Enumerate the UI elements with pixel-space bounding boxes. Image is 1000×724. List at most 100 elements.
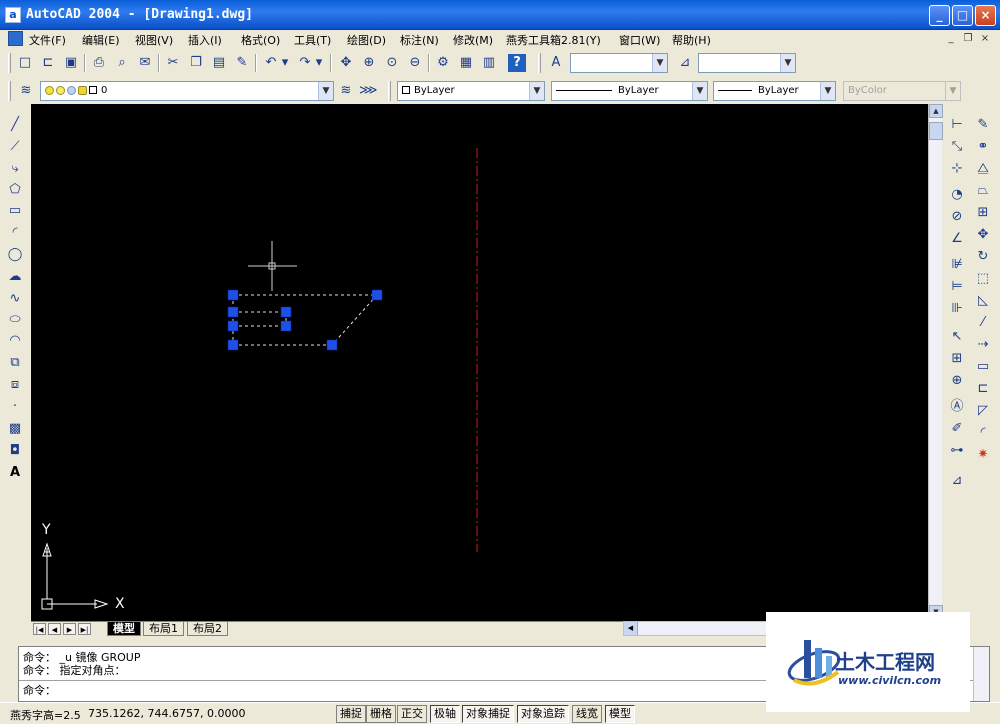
vertical-scrollbar[interactable]: ▲ ▼ <box>928 104 943 621</box>
stretch-icon[interactable]: ◺ <box>974 292 992 310</box>
insert-block-icon[interactable]: ⧉ <box>6 354 24 372</box>
radius-dimension-icon[interactable]: ◔ <box>948 186 966 204</box>
line-icon[interactable]: ╱ <box>6 116 24 134</box>
object-snap-toggle[interactable]: 对象捕捉 <box>462 705 514 723</box>
menu-dimension[interactable]: 标注(N) <box>400 32 439 48</box>
chevron-down-icon[interactable]: ▼ <box>529 82 544 100</box>
properties-icon[interactable]: ⚙ <box>434 54 452 72</box>
prev-tab-button[interactable]: ◀ <box>48 623 61 635</box>
shape-slanted-edge[interactable] <box>331 294 378 346</box>
toolbar-grip[interactable] <box>538 53 541 73</box>
chamfer-icon[interactable]: ◸ <box>974 402 992 420</box>
undo-icon[interactable]: ↶ <box>262 54 280 72</box>
match-properties-icon[interactable]: ✎ <box>233 54 251 72</box>
layer-on-icon[interactable] <box>45 85 54 95</box>
autocad-app-icon[interactable]: a <box>5 7 21 23</box>
paste-icon[interactable]: ▤ <box>210 54 228 72</box>
cut-icon[interactable]: ✂ <box>164 54 182 72</box>
menu-tools[interactable]: 工具(T) <box>294 32 331 48</box>
explode-icon[interactable]: ✷ <box>974 446 992 464</box>
design-center-icon[interactable]: ▦ <box>457 54 475 72</box>
quick-leader-icon[interactable]: ↖ <box>948 328 966 346</box>
chevron-down-icon[interactable]: ▼ <box>692 82 707 100</box>
menu-yanxiu-toolbox[interactable]: 燕秀工具箱2.81(Y) <box>506 32 601 48</box>
object-tracking-toggle[interactable]: 对象追踪 <box>517 705 569 723</box>
hatch-icon[interactable]: ▩ <box>6 420 24 438</box>
chevron-down-icon[interactable]: ▼ <box>652 54 667 72</box>
dimension-text-edit-icon[interactable]: ✐ <box>948 420 966 438</box>
grip-handle[interactable] <box>227 306 239 318</box>
fillet-icon[interactable]: ◜ <box>974 424 992 442</box>
pan-realtime-icon[interactable]: ✥ <box>337 54 355 72</box>
layer-previous-icon[interactable]: ⋙ <box>359 82 378 100</box>
new-file-icon[interactable]: □ <box>16 54 34 72</box>
array-icon[interactable]: ⊞ <box>974 204 992 222</box>
linear-dimension-icon[interactable]: ⊢ <box>948 116 966 134</box>
dimension-update-icon[interactable]: ⊶ <box>948 442 966 460</box>
tool-palettes-icon[interactable]: ▥ <box>480 54 498 72</box>
diameter-dimension-icon[interactable]: ⊘ <box>948 208 966 226</box>
maximize-button[interactable]: □ <box>952 5 973 26</box>
scroll-left-button[interactable]: ◀ <box>624 622 638 635</box>
construction-line-icon[interactable]: ⟋ <box>6 138 24 156</box>
spline-icon[interactable]: ∿ <box>6 290 24 308</box>
copy-object-icon[interactable]: ⚭ <box>974 138 992 156</box>
layer-combo[interactable]: 0 ▼ <box>40 81 334 101</box>
layer-viewport-freeze-icon[interactable] <box>67 85 76 95</box>
print-preview-icon[interactable]: ⌕ <box>113 54 131 72</box>
redo-icon[interactable]: ↷ <box>296 54 314 72</box>
title-bar[interactable]: a AutoCAD 2004 - [Drawing1.dwg] _ □ × <box>0 0 1000 30</box>
menu-view[interactable]: 视图(V) <box>135 32 173 48</box>
color-control-combo[interactable]: ByLayer ▼ <box>397 81 545 101</box>
open-file-icon[interactable]: ⊏ <box>39 54 57 72</box>
save-icon[interactable]: ▣ <box>62 54 80 72</box>
quick-dimension-icon[interactable]: ⊯ <box>948 256 966 274</box>
document-icon[interactable] <box>8 31 23 46</box>
last-tab-button[interactable]: ▶| <box>78 623 91 635</box>
menu-draw[interactable]: 绘图(D) <box>347 32 386 48</box>
toolbar-grip[interactable] <box>8 81 11 101</box>
menu-format[interactable]: 格式(O) <box>241 32 280 48</box>
make-object-layer-current-icon[interactable]: ≋ <box>337 82 355 100</box>
close-button[interactable]: × <box>975 5 996 26</box>
first-tab-button[interactable]: |◀ <box>33 623 46 635</box>
scale-icon[interactable]: ⬚ <box>974 270 992 288</box>
lineweight-control-combo[interactable]: ByLayer ▼ <box>713 81 836 101</box>
point-icon[interactable]: · <box>6 398 24 416</box>
dimension-style-icon[interactable]: ⊿ <box>676 54 694 72</box>
ellipse-arc-icon[interactable]: ◠ <box>6 332 24 350</box>
grip-handle[interactable] <box>326 339 338 351</box>
grid-toggle[interactable]: 栅格 <box>366 705 396 723</box>
chevron-down-icon[interactable]: ▼ <box>318 82 333 100</box>
minimize-button[interactable]: _ <box>929 5 950 26</box>
menu-window[interactable]: 窗口(W) <box>619 32 660 48</box>
rectangle-icon[interactable]: ▭ <box>6 202 24 220</box>
baseline-dimension-icon[interactable]: ⊨ <box>948 278 966 296</box>
grip-handle[interactable] <box>227 289 239 301</box>
print-icon[interactable]: ⎙ <box>90 54 108 72</box>
zoom-previous-icon[interactable]: ⊖ <box>406 54 424 72</box>
menu-file[interactable]: 文件(F) <box>29 32 66 48</box>
next-tab-button[interactable]: ▶ <box>63 623 76 635</box>
linetype-control-combo[interactable]: ByLayer ▼ <box>551 81 708 101</box>
center-mark-icon[interactable]: ⊕ <box>948 372 966 390</box>
grip-handle[interactable] <box>280 306 292 318</box>
zoom-realtime-icon[interactable]: ⊕ <box>360 54 378 72</box>
model-space-toggle[interactable]: 模型 <box>605 705 635 723</box>
horizontal-scrollbar[interactable]: ◀ <box>623 621 768 636</box>
layer-freeze-icon[interactable] <box>56 85 65 95</box>
dimension-style-combo[interactable]: ▼ <box>698 53 796 73</box>
break-at-point-icon[interactable]: ▭ <box>974 358 992 376</box>
command-scrollbar[interactable] <box>973 647 989 701</box>
grip-handle[interactable] <box>227 320 239 332</box>
make-block-icon[interactable]: ⧈ <box>6 376 24 394</box>
command-prompt[interactable]: 命令： <box>23 682 56 698</box>
text-style-icon[interactable]: A <box>547 54 565 72</box>
trim-icon[interactable]: ⁄ <box>974 314 992 332</box>
chevron-down-icon[interactable]: ▼ <box>780 54 795 72</box>
menu-help[interactable]: 帮助(H) <box>672 32 711 48</box>
scroll-up-button[interactable]: ▲ <box>929 104 943 118</box>
arc-icon[interactable]: ◜ <box>6 224 24 242</box>
help-icon[interactable]: ? <box>508 54 526 72</box>
move-icon[interactable]: ✥ <box>974 226 992 244</box>
